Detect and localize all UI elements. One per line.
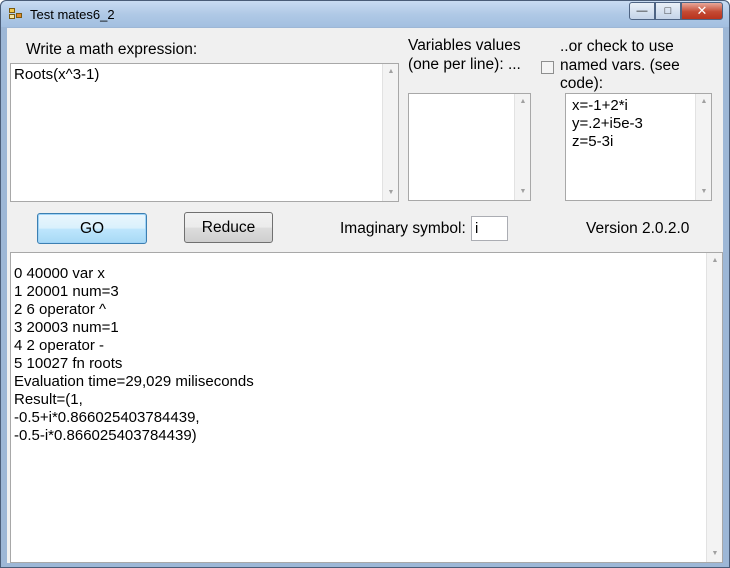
scroll-down-icon[interactable]: ▼ — [383, 185, 399, 201]
scroll-down-icon[interactable]: ▼ — [707, 546, 723, 562]
expression-input[interactable]: Roots(x^3-1) ▲ ▼ — [10, 63, 399, 202]
window-title: Test mates6_2 — [30, 7, 115, 22]
app-window: Test mates6_2 — □ ✕ Write a math express… — [0, 0, 730, 568]
named-vars-scrollbar[interactable]: ▲ ▼ — [695, 94, 711, 200]
expression-scrollbar[interactable]: ▲ ▼ — [382, 64, 398, 201]
scroll-up-icon[interactable]: ▲ — [707, 253, 723, 269]
named-vars-input[interactable]: x=-1+2*i y=.2+i5e-3 z=5-3i ▲ ▼ — [565, 93, 712, 201]
scroll-down-icon[interactable]: ▼ — [515, 184, 531, 200]
scroll-down-icon[interactable]: ▼ — [696, 184, 712, 200]
go-button-label: GO — [79, 219, 105, 237]
imaginary-symbol-label: Imaginary symbol: — [340, 220, 466, 237]
maximize-icon: □ — [664, 5, 672, 17]
variables-label-line1: Variables values — [408, 37, 521, 54]
named-vars-checkbox[interactable] — [541, 61, 554, 74]
output-scrollbar[interactable]: ▲ ▼ — [706, 253, 722, 562]
maximize-button[interactable]: □ — [655, 2, 681, 20]
expression-text[interactable]: Roots(x^3-1) — [14, 66, 99, 84]
expression-label: Write a math expression: — [26, 41, 198, 58]
imaginary-symbol-input[interactable]: i — [471, 216, 508, 241]
scroll-up-icon[interactable]: ▲ — [515, 94, 531, 110]
minimize-button[interactable]: — — [629, 2, 655, 20]
close-button[interactable]: ✕ — [681, 2, 723, 20]
reduce-button[interactable]: Reduce — [184, 212, 273, 243]
named-vars-label-line2: named vars. (see — [560, 57, 680, 74]
caption-buttons: — □ ✕ — [629, 2, 723, 20]
title-bar[interactable]: Test mates6_2 — □ ✕ — [1, 1, 729, 27]
variables-input[interactable]: ▲ ▼ — [408, 93, 531, 201]
version-label: Version 2.0.2.0 — [586, 220, 690, 237]
close-icon: ✕ — [696, 3, 708, 18]
go-button[interactable]: GO — [37, 213, 147, 244]
variables-label-line2: (one per line): ... — [408, 56, 521, 73]
form-client-area: Write a math expression: Roots(x^3-1) ▲ … — [7, 28, 723, 563]
scroll-up-icon[interactable]: ▲ — [696, 94, 712, 110]
minimize-icon: — — [636, 5, 648, 17]
named-vars-label-line1: ..or check to use — [560, 38, 674, 55]
output-text[interactable]: 0 40000 var x 1 20001 num=3 2 6 operator… — [14, 265, 254, 445]
scroll-up-icon[interactable]: ▲ — [383, 64, 399, 80]
reduce-button-label: Reduce — [201, 218, 256, 236]
named-vars-label-line3: code): — [560, 75, 604, 92]
named-vars-text[interactable]: x=-1+2*i y=.2+i5e-3 z=5-3i — [572, 97, 643, 151]
output-box[interactable]: 0 40000 var x 1 20001 num=3 2 6 operator… — [10, 252, 723, 563]
app-icon — [9, 8, 23, 20]
variables-scrollbar[interactable]: ▲ ▼ — [514, 94, 530, 200]
